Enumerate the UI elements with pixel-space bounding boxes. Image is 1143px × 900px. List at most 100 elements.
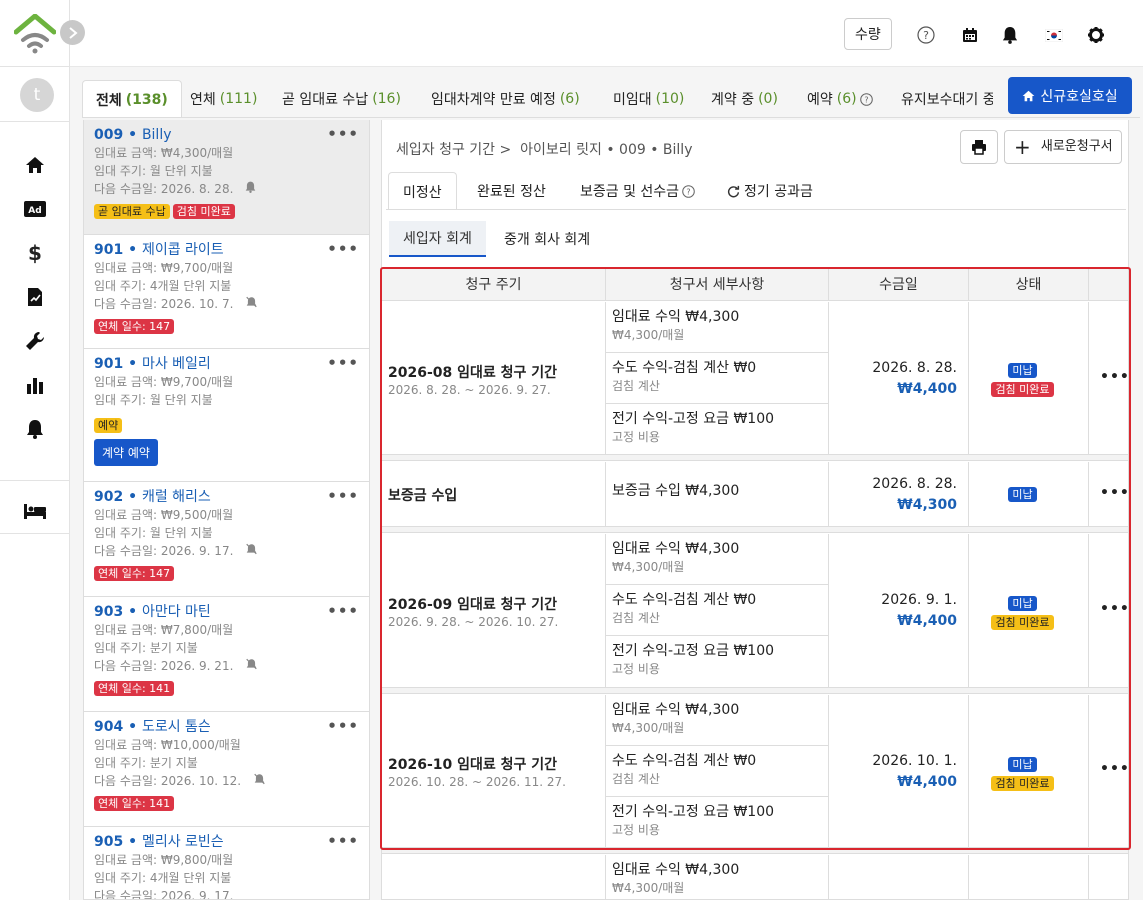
- reserve-contract-button[interactable]: 계약 예약: [94, 439, 158, 466]
- invoice-detail: 전기 수익-고정 요금 ₩100 고정 비용: [612, 411, 775, 444]
- tab-vacant[interactable]: 미임대 (10): [613, 80, 684, 118]
- contract-sign-icon[interactable]: [23, 286, 47, 308]
- home-icon: [1023, 90, 1035, 101]
- status-badge: 미납: [1008, 363, 1037, 378]
- table-header: 청구 주기 청구서 세부사항 수금일 상태: [382, 267, 1128, 301]
- calendar-icon[interactable]: [960, 25, 980, 45]
- expand-sidebar-button[interactable]: [60, 20, 85, 45]
- tab-all[interactable]: 전체 (138): [82, 80, 182, 118]
- period-title: 2026-08 임대료 청구 기간: [388, 365, 558, 381]
- dollar-icon[interactable]: $: [23, 241, 47, 265]
- status-badge: 미납: [1008, 757, 1037, 772]
- tab-settled[interactable]: 완료된 정산: [477, 172, 546, 210]
- invoice-panel: 세입자 청구 기간 > 아이보리 릿지 • 009 • Billy + 새로운청…: [381, 120, 1129, 900]
- tab-under-contract[interactable]: 계약 중 (0): [711, 80, 778, 118]
- status-badge: 연체 일수: 141: [94, 681, 175, 696]
- korean-flag-icon[interactable]: [1044, 25, 1064, 45]
- app-root: t Ad $ 수량 ? 전체 (138) 연체 (111) 곧 임대료 수납 (…: [0, 0, 1143, 900]
- tab-unsettled[interactable]: 미정산: [388, 172, 457, 210]
- new-room-button[interactable]: 신규호실호실: [1008, 77, 1132, 114]
- tenant-card[interactable]: 902 • 캐럴 해리스 임대료 금액: ₩9,500/매월 임대 주기: 월 …: [84, 482, 369, 597]
- status-badge: 연체 일수: 141: [94, 796, 175, 811]
- due-date: 2026. 9. 1. ₩4,400: [881, 592, 957, 629]
- breadcrumb: 세입자 청구 기간 > 아이보리 릿지 • 009 • Billy: [396, 142, 693, 158]
- help-icon[interactable]: ?: [682, 184, 695, 198]
- table-row: 2026-10 임대료 청구 기간 2026. 10. 28. ~ 2026. …: [382, 695, 1128, 848]
- quantity-button[interactable]: 수량: [844, 18, 892, 50]
- row-more-options-icon[interactable]: •••: [1100, 369, 1128, 385]
- bell-off-icon: [253, 773, 266, 785]
- more-options-icon[interactable]: •••: [327, 240, 359, 258]
- notification-bell-icon[interactable]: [1000, 25, 1020, 45]
- svg-text:?: ?: [864, 95, 868, 104]
- column-header: 청구 주기: [382, 267, 606, 301]
- printer-icon: [972, 140, 986, 155]
- period-range: 2026. 10. 28. ~ 2026. 11. 27.: [388, 775, 566, 789]
- period-range: 2026. 8. 28. ~ 2026. 9. 27.: [388, 383, 551, 397]
- bed-icon[interactable]: [23, 500, 47, 522]
- period-title: 2026-09 임대료 청구 기간: [388, 597, 558, 613]
- row-more-options-icon[interactable]: •••: [1100, 485, 1128, 501]
- status-badge: 예약: [94, 418, 123, 433]
- due-date: 2026. 8. 28. ₩4,300: [872, 476, 957, 513]
- meter-badge: 검침 미완료: [991, 776, 1054, 791]
- status-badge: 검침 미완료: [172, 204, 235, 219]
- invoice-detail: 보증금 수입 ₩4,300: [612, 483, 740, 499]
- more-options-icon[interactable]: •••: [327, 487, 359, 505]
- tenant-card[interactable]: 901 • 마사 베일리 임대료 금액: ₩9,700/매월 임대 주기: 월 …: [84, 349, 369, 482]
- more-options-icon[interactable]: •••: [327, 354, 359, 372]
- more-options-icon[interactable]: •••: [327, 602, 359, 620]
- home-icon[interactable]: [23, 154, 47, 176]
- gear-icon[interactable]: [1086, 25, 1106, 45]
- row-more-options-icon[interactable]: •••: [1100, 601, 1128, 617]
- invoice-detail: 수도 수익-검침 계산 ₩0 검침 계산: [606, 585, 828, 636]
- more-options-icon[interactable]: •••: [327, 717, 359, 735]
- plus-icon: +: [1014, 135, 1031, 159]
- tab-maintenance[interactable]: 유지보수대기 중: [901, 80, 993, 118]
- tab-rent-due-soon[interactable]: 곧 임대료 수납 (16): [282, 80, 401, 118]
- tenant-card[interactable]: 905 • 멜리사 로빈슨 임대료 금액: ₩9,800/매월 임대 주기: 4…: [84, 827, 369, 899]
- bell-icon: [245, 181, 256, 193]
- row-more-options-icon[interactable]: •••: [1100, 761, 1128, 777]
- ad-icon[interactable]: Ad: [23, 198, 47, 220]
- logo-icon[interactable]: [13, 13, 57, 54]
- table-row: 임대료 수익 ₩4,300 ₩4,300/매월: [382, 855, 1128, 899]
- more-options-icon[interactable]: •••: [327, 125, 359, 143]
- tab-lease-expiring[interactable]: 임대차계약 만료 예정 (6): [431, 80, 580, 118]
- tab-recurring-utilities[interactable]: 정기 공과금: [727, 172, 813, 210]
- tab-deposit-prepayment[interactable]: 보증금 및 선수금 ?: [580, 172, 695, 210]
- bell-off-icon: [245, 658, 258, 670]
- invoice-detail: 전기 수익-고정 요금 ₩100 고정 비용: [612, 643, 775, 676]
- invoice-detail: 임대료 수익 ₩4,300 ₩4,300/매월: [606, 695, 828, 746]
- tab-overdue[interactable]: 연체 (111): [190, 80, 257, 118]
- table-row: 2026-09 임대료 청구 기간 2026. 9. 28. ~ 2026. 1…: [382, 534, 1128, 688]
- bell-off-icon: [245, 543, 258, 555]
- period-title: 보증금 수입: [388, 488, 458, 504]
- help-icon[interactable]: ?: [916, 25, 936, 45]
- help-icon[interactable]: ?: [859, 92, 873, 106]
- tenant-card[interactable]: 009 • Billy 임대료 금액: ₩4,300/매월 임대 주기: 월 단…: [84, 120, 369, 235]
- new-invoice-button[interactable]: + 새로운청구서: [1004, 130, 1122, 164]
- invoice-detail: 임대료 수익 ₩4,300 ₩4,300/매월: [606, 534, 828, 585]
- bar-chart-icon[interactable]: [23, 374, 47, 396]
- column-header: 청구서 세부사항: [606, 267, 829, 301]
- svg-text:?: ?: [923, 29, 929, 42]
- invoice-detail: 임대료 수익 ₩4,300 ₩4,300/매월: [612, 862, 740, 895]
- table-row: 2026-08 임대료 청구 기간 2026. 8. 28. ~ 2026. 9…: [382, 302, 1128, 455]
- tenant-card[interactable]: 901 • 제이콥 라이트 임대료 금액: ₩9,700/매월 임대 주기: 4…: [84, 235, 369, 349]
- more-options-icon[interactable]: •••: [327, 832, 359, 850]
- tab-reserved[interactable]: 예약 (6) ?: [807, 80, 873, 118]
- period-title: 2026-10 임대료 청구 기간: [388, 757, 558, 773]
- bell-off-icon: [245, 296, 258, 308]
- tab-agency-accounting[interactable]: 중개 회사 회계: [504, 221, 590, 257]
- wrench-icon[interactable]: [23, 330, 47, 352]
- tenant-card[interactable]: 903 • 아만다 마틴 임대료 금액: ₩7,800/매월 임대 주기: 분기…: [84, 597, 369, 712]
- period-range: 2026. 9. 28. ~ 2026. 10. 27.: [388, 615, 559, 629]
- bell-icon[interactable]: [23, 418, 47, 440]
- left-nav: t Ad $: [0, 0, 70, 900]
- tab-tenant-accounting[interactable]: 세입자 회계: [389, 221, 486, 257]
- tenant-card[interactable]: 904 • 도로시 톰슨 임대료 금액: ₩10,000/매월 임대 주기: 분…: [84, 712, 369, 827]
- meter-badge: 검침 미완료: [991, 615, 1054, 630]
- avatar[interactable]: t: [20, 78, 54, 112]
- print-button[interactable]: [960, 130, 998, 164]
